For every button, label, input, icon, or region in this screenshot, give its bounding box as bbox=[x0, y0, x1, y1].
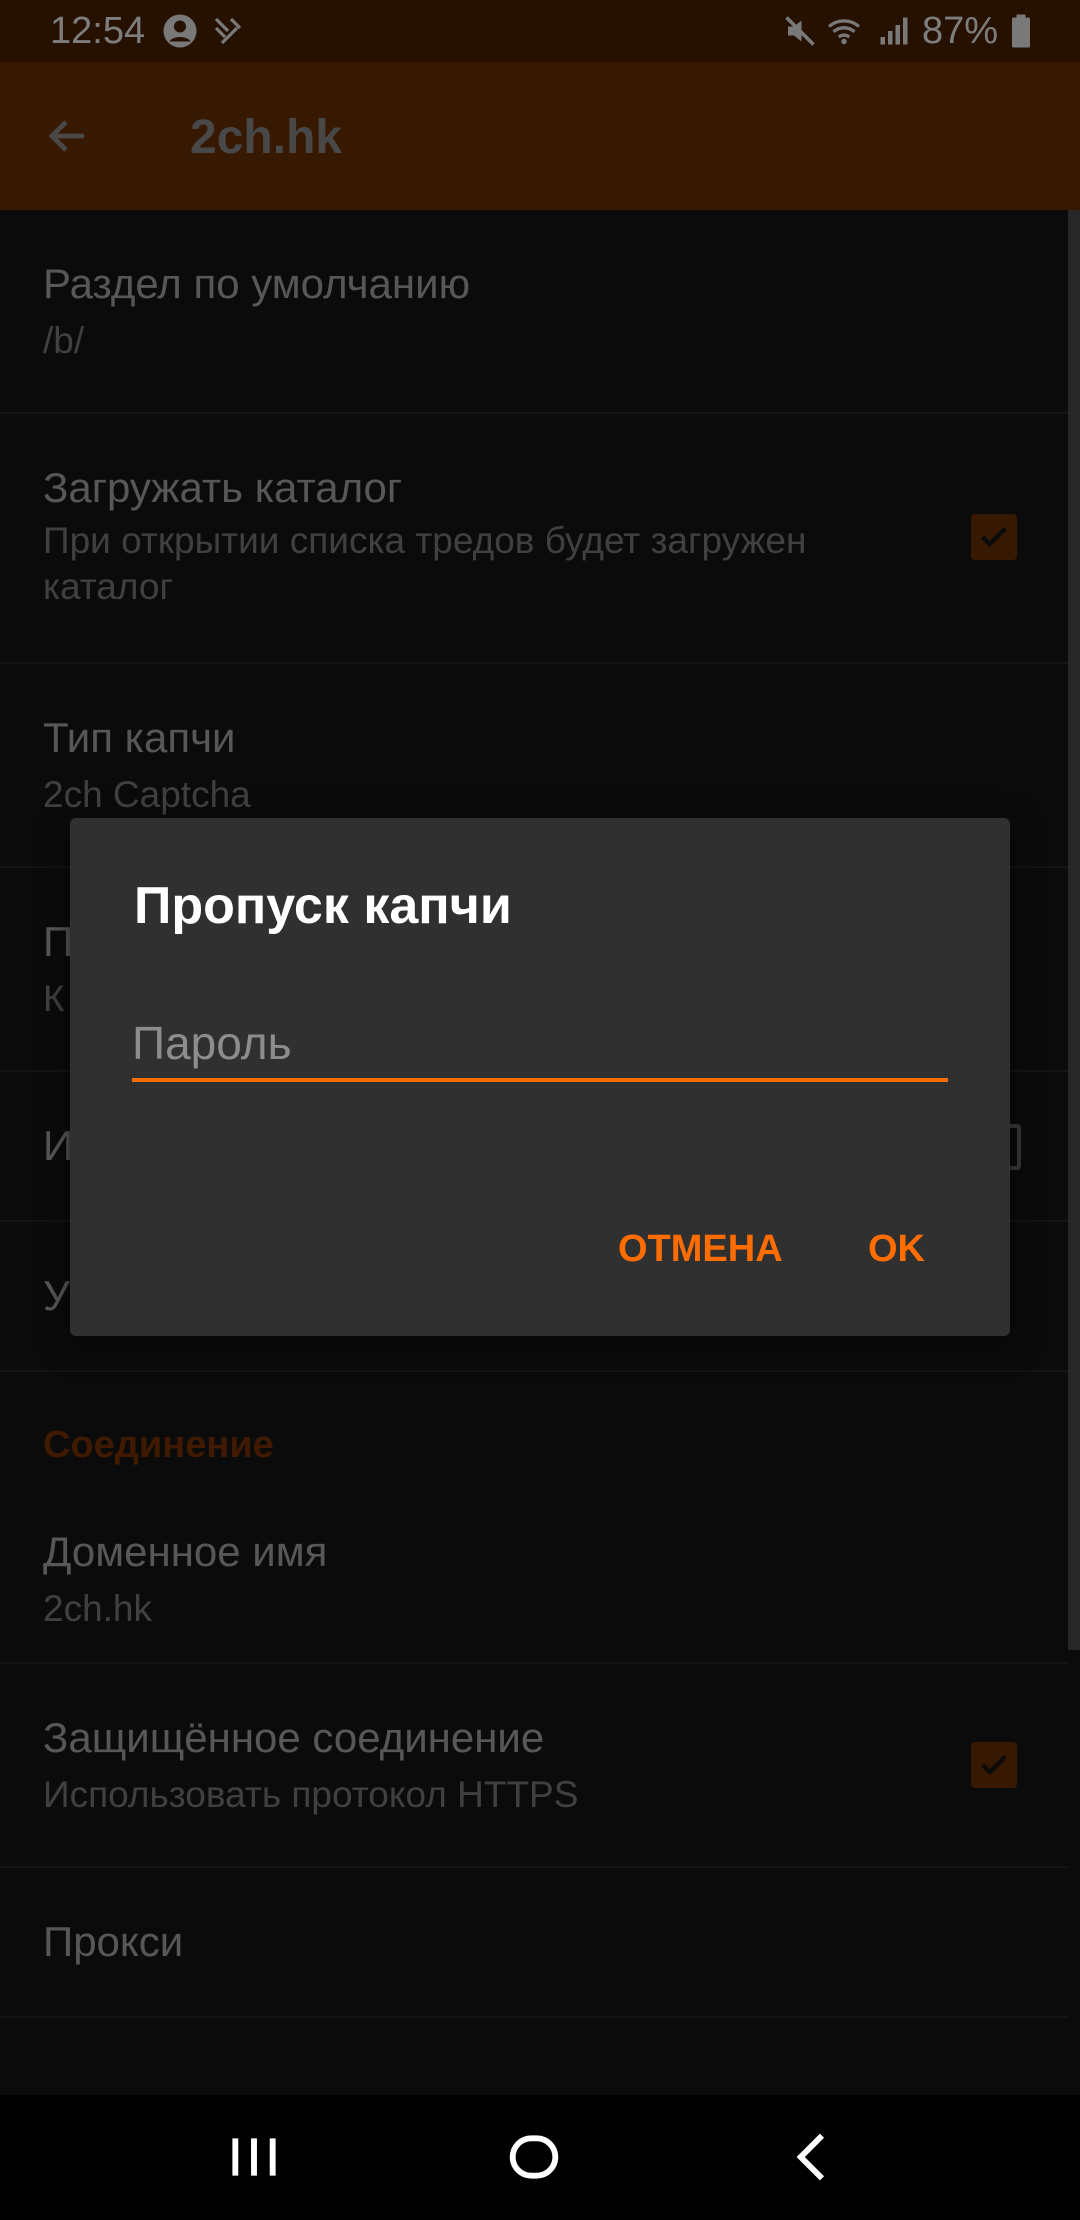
captcha-skip-dialog: Пропуск капчи ОТМЕНА OK bbox=[70, 818, 1010, 1336]
home-icon[interactable] bbox=[502, 2125, 566, 2189]
back-icon[interactable] bbox=[782, 2125, 846, 2189]
recents-icon[interactable] bbox=[222, 2125, 286, 2189]
ok-button[interactable]: OK bbox=[868, 1228, 925, 1271]
password-input[interactable] bbox=[132, 1008, 948, 1082]
cancel-button[interactable]: ОТМЕНА bbox=[618, 1228, 783, 1271]
dialog-title: Пропуск капчи bbox=[134, 877, 512, 935]
navigation-bar bbox=[0, 2095, 1080, 2220]
